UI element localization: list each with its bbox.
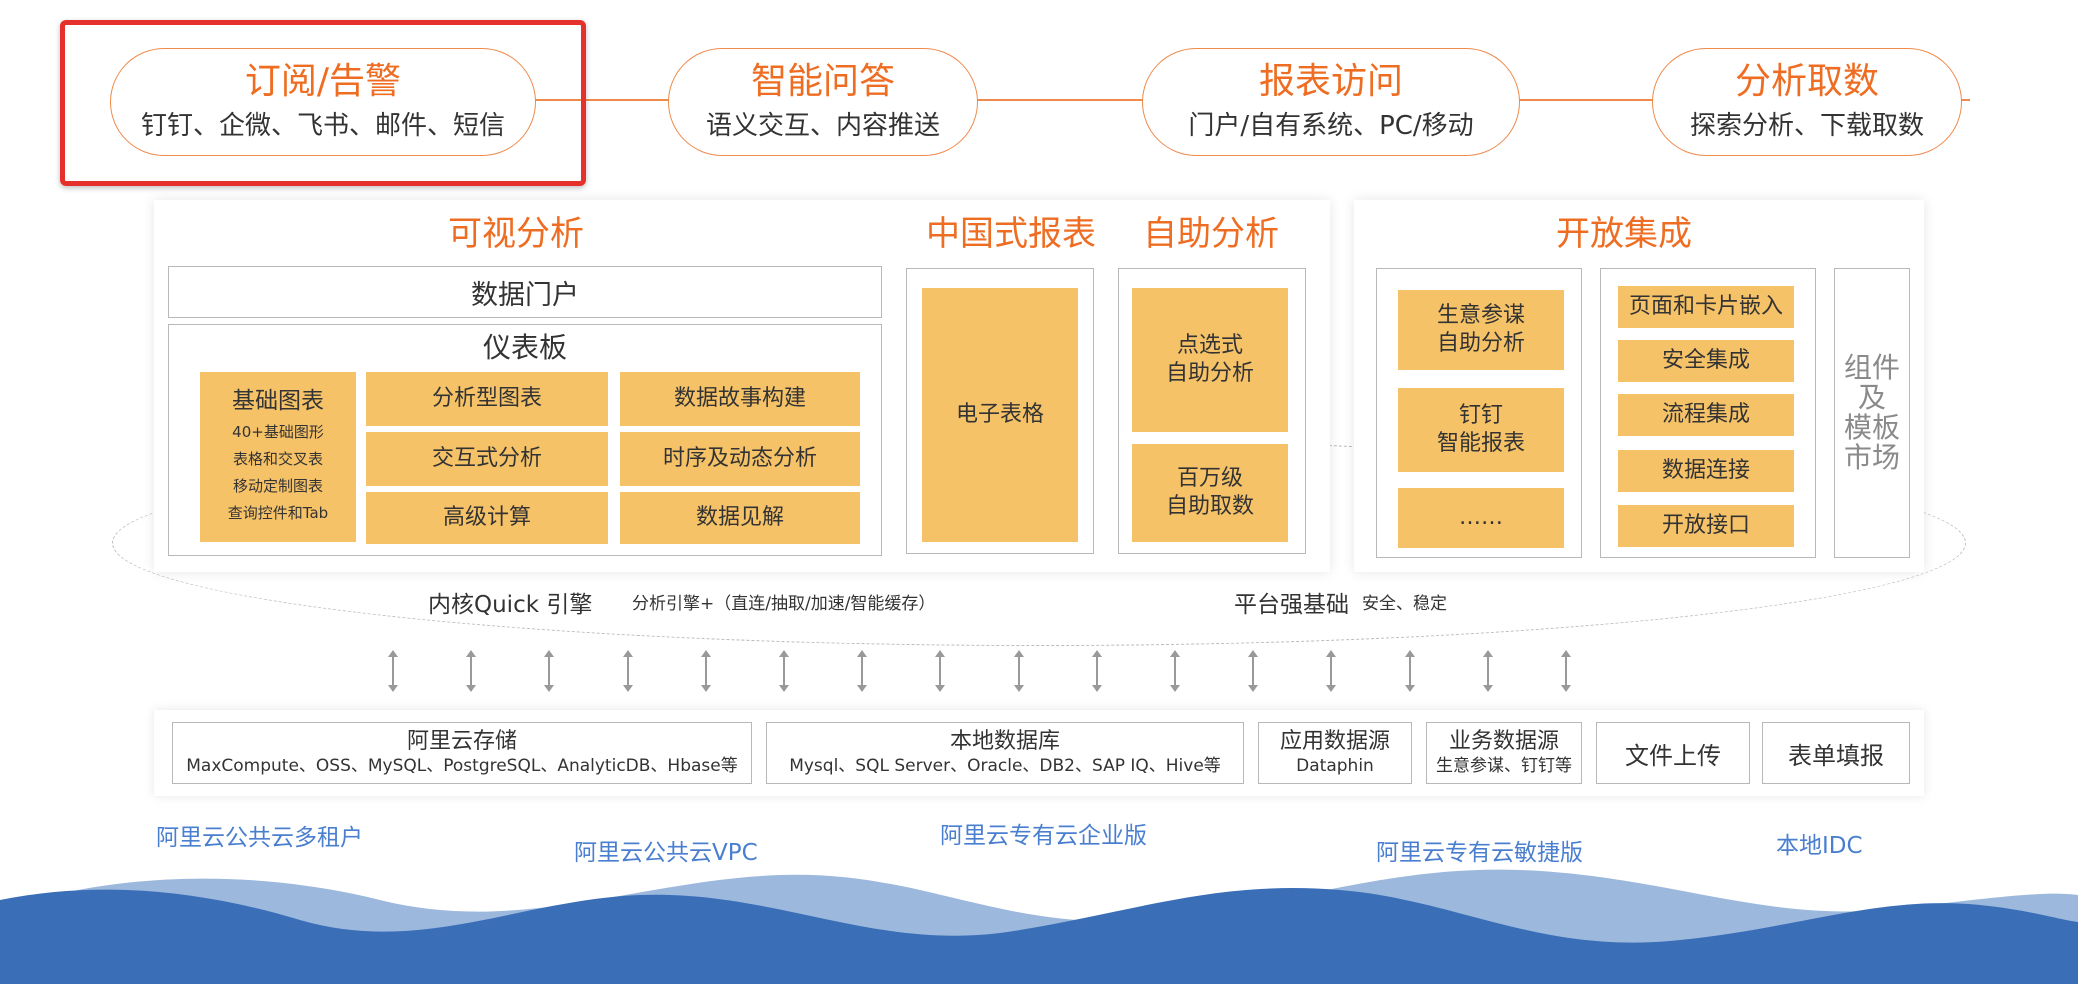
- more-box[interactable]: ……: [1398, 488, 1564, 548]
- box-label: 点选式 自助分析: [1165, 333, 1254, 386]
- sycm-analysis-box[interactable]: 生意参谋 自助分析: [1398, 290, 1564, 370]
- box-label: 数据连接: [1661, 458, 1750, 483]
- data-flow-arrow: [1091, 650, 1102, 692]
- basic-charts-line: 40+基础图形: [232, 423, 324, 441]
- box-label: 电子表格: [955, 402, 1044, 427]
- box-label: 数据故事构建: [673, 386, 806, 411]
- basic-charts-line: 移动定制图表: [232, 477, 323, 495]
- basic-charts-title: 基础图表: [232, 388, 324, 414]
- data-flow-arrow: [1561, 650, 1571, 692]
- engine-platform-label: 平台强基础: [1234, 592, 1349, 618]
- source-file-upload[interactable]: 文件上传: [1596, 722, 1750, 784]
- highlight-frame: [60, 20, 586, 186]
- source-subtitle: 生意参谋、钉钉等: [1436, 756, 1572, 776]
- embed-box[interactable]: 页面和卡片嵌入: [1618, 286, 1794, 328]
- click-self-analysis-box[interactable]: 点选式 自助分析: [1132, 288, 1288, 432]
- source-subtitle: Dataphin: [1296, 756, 1374, 776]
- section-title-china-report: 中国式报表: [926, 214, 1096, 254]
- data-flow-arrow: [1170, 650, 1180, 692]
- engine-core-label: 内核Quick 引擎: [428, 592, 593, 618]
- data-flow-arrow: [700, 650, 711, 692]
- source-aliyun-storage[interactable]: 阿里云存储 MaxCompute、OSS、MySQL、PostgreSQL、An…: [172, 722, 752, 784]
- data-story-box[interactable]: 数据故事构建: [620, 372, 860, 426]
- box-label: 时序及动态分析: [662, 446, 817, 471]
- source-local-db[interactable]: 本地数据库 Mysql、SQL Server、Oracle、DB2、SAP IQ…: [766, 722, 1244, 784]
- capability-subtitle: 语义交互、内容推送: [705, 111, 940, 141]
- capability-subtitle: 门户/自有系统、PC/移动: [1188, 111, 1474, 141]
- analytic-charts-box[interactable]: 分析型图表: [366, 372, 608, 426]
- source-subtitle: MaxCompute、OSS、MySQL、PostgreSQL、Analytic…: [186, 756, 738, 776]
- capability-report-access[interactable]: 报表访问 门户/自有系统、PC/移动: [1142, 48, 1520, 156]
- data-flow-arrow: [544, 650, 555, 692]
- section-title-visual-analysis: 可视分析: [448, 214, 584, 254]
- source-title: 业务数据源: [1448, 729, 1559, 754]
- box-label: ……: [1459, 505, 1503, 530]
- data-flow-arrow: [1326, 650, 1337, 692]
- dingtalk-report-box[interactable]: 钉钉 智能报表: [1398, 388, 1564, 472]
- deploy-local-idc: 本地IDC: [1776, 833, 1863, 859]
- capability-title: 智能问答: [750, 61, 895, 102]
- data-flow-arrow: [622, 650, 633, 692]
- deploy-private-enterprise: 阿里云专有云企业版: [940, 823, 1147, 849]
- advanced-calc-box[interactable]: 高级计算: [366, 492, 608, 544]
- basic-charts-box[interactable]: 基础图表 40+基础图形 表格和交叉表 移动定制图表 查询控件和Tab: [200, 372, 356, 542]
- dashboard-label: 仪表板: [482, 331, 567, 364]
- market-frame[interactable]: 组件 及 模板 市场: [1834, 268, 1910, 558]
- market-label: 组件 及 模板 市场: [1843, 351, 1900, 474]
- process-integration-box[interactable]: 流程集成: [1618, 394, 1794, 436]
- basic-charts-line: 表格和交叉表: [232, 450, 323, 468]
- source-title: 阿里云存储: [406, 729, 517, 754]
- data-insight-box[interactable]: 数据见解: [620, 492, 860, 544]
- box-label: 高级计算: [442, 505, 531, 530]
- data-flow-arrow: [466, 650, 477, 692]
- deploy-public-multitenant: 阿里云公共云多租户: [156, 825, 363, 851]
- box-label: 开放接口: [1661, 513, 1750, 538]
- capability-analysis-fetch[interactable]: 分析取数 探索分析、下载取数: [1652, 48, 1962, 156]
- data-flow-arrow: [1404, 650, 1415, 692]
- million-fetch-box[interactable]: 百万级 自助取数: [1132, 444, 1288, 542]
- source-business-datasource[interactable]: 业务数据源 生意参谋、钉钉等: [1426, 722, 1582, 784]
- time-series-box[interactable]: 时序及动态分析: [620, 432, 860, 486]
- data-portal-label: 数据门户: [471, 279, 579, 311]
- box-label: 数据见解: [695, 505, 784, 530]
- data-flow-arrow: [935, 650, 946, 692]
- open-api-box[interactable]: 开放接口: [1618, 505, 1794, 547]
- basic-charts-line: 查询控件和Tab: [227, 504, 329, 522]
- capability-title: 分析取数: [1734, 61, 1879, 102]
- box-label: 流程集成: [1661, 402, 1750, 427]
- capability-title: 报表访问: [1258, 61, 1403, 102]
- section-title-open-integration: 开放集成: [1556, 214, 1692, 254]
- data-flow-arrow: [1013, 650, 1024, 692]
- data-flow-arrow: [388, 650, 398, 692]
- source-title: 应用数据源: [1279, 729, 1390, 754]
- capability-smart-qa[interactable]: 智能问答 语义交互、内容推送: [668, 48, 978, 156]
- data-portal[interactable]: 数据门户: [168, 266, 882, 318]
- box-label: 钉钉 智能报表: [1436, 403, 1525, 456]
- wave-decoration: [0, 869, 2078, 984]
- data-flow-arrow: [779, 650, 789, 692]
- box-label: 交互式分析: [431, 446, 542, 471]
- capability-subtitle: 探索分析、下载取数: [1689, 111, 1924, 141]
- source-app-datasource[interactable]: 应用数据源 Dataphin: [1258, 722, 1412, 784]
- source-subtitle: Mysql、SQL Server、Oracle、DB2、SAP IQ、Hive等: [789, 756, 1221, 776]
- data-flow-arrow: [1248, 650, 1259, 692]
- security-integration-box[interactable]: 安全集成: [1618, 340, 1794, 382]
- spreadsheet-box[interactable]: 电子表格: [922, 288, 1078, 542]
- engine-platform-desc: 安全、稳定: [1362, 594, 1447, 614]
- box-label: 百万级 自助取数: [1165, 466, 1254, 519]
- box-label: 页面和卡片嵌入: [1628, 294, 1783, 319]
- source-title: 文件上传: [1625, 741, 1721, 770]
- box-label: 生意参谋 自助分析: [1436, 303, 1525, 356]
- interactive-analysis-box[interactable]: 交互式分析: [366, 432, 608, 486]
- box-label: 分析型图表: [431, 386, 542, 411]
- data-flow-arrow: [857, 650, 868, 692]
- section-title-self-service: 自助分析: [1143, 214, 1279, 254]
- box-label: 安全集成: [1661, 348, 1750, 373]
- source-form-fill[interactable]: 表单填报: [1762, 722, 1910, 784]
- source-title: 表单填报: [1788, 741, 1884, 770]
- data-connection-box[interactable]: 数据连接: [1618, 450, 1794, 492]
- data-flow-arrow: [1482, 650, 1493, 692]
- source-title: 本地数据库: [949, 729, 1060, 754]
- engine-core-desc: 分析引擎+（直连/抽取/加速/智能缓存）: [632, 594, 936, 614]
